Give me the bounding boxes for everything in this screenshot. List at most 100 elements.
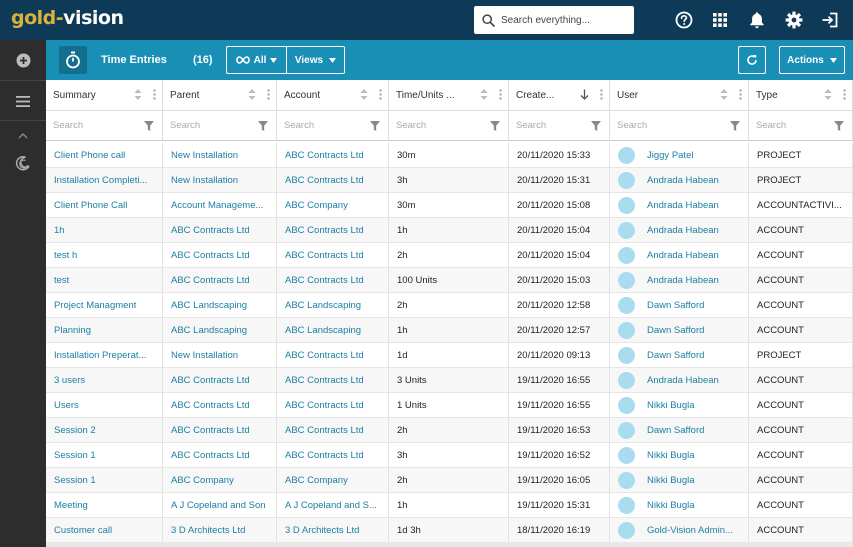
summary-link[interactable]: 3 users — [54, 375, 85, 386]
account-link[interactable]: ABC Contracts Ltd — [285, 275, 364, 286]
account-link[interactable]: ABC Landscaping — [285, 325, 361, 336]
summary-link[interactable]: test — [54, 275, 69, 286]
column-menu-icon[interactable] — [153, 89, 156, 103]
collapse-chevron-icon[interactable] — [13, 125, 33, 145]
summary-link[interactable]: Meeting — [54, 500, 88, 511]
parent-link[interactable]: New Installation — [171, 350, 238, 361]
filter-input-user[interactable] — [617, 120, 722, 131]
table-row[interactable]: Planning ABC Landscaping ABC Landscaping 1h… — [46, 318, 853, 343]
parent-link[interactable]: New Installation — [171, 150, 238, 161]
table-row[interactable]: Users ABC Contracts Ltd ABC Contracts Ltd 1… — [46, 393, 853, 418]
summary-link[interactable]: Planning — [54, 325, 91, 336]
table-row[interactable]: Customer call 3 D Architects Ltd 3 D Archi… — [46, 518, 853, 543]
actions-dropdown[interactable]: Actions — [779, 46, 845, 74]
parent-link[interactable]: ABC Contracts Ltd — [171, 250, 250, 261]
filter-funnel-icon[interactable] — [730, 121, 740, 134]
table-row[interactable]: test ABC Contracts Ltd ABC Contracts Ltd 10… — [46, 268, 853, 293]
column-header-type[interactable]: Type — [749, 80, 853, 111]
parent-link[interactable]: ABC Company — [171, 475, 234, 486]
filter-input-created[interactable] — [516, 120, 591, 131]
parent-link[interactable]: ABC Contracts Ltd — [171, 400, 250, 411]
user-link[interactable]: Andrada Habean — [647, 200, 719, 211]
parent-link[interactable]: ABC Contracts Ltd — [171, 425, 250, 436]
sort-icon[interactable] — [824, 89, 832, 103]
account-link[interactable]: ABC Contracts Ltd — [285, 175, 364, 186]
user-link[interactable]: Dawn Safford — [647, 425, 704, 436]
table-row[interactable]: Installation Preperat... New Installation… — [46, 343, 853, 368]
parent-link[interactable]: 3 D Architects Ltd — [171, 525, 245, 536]
account-link[interactable]: ABC Contracts Ltd — [285, 350, 364, 361]
parent-link[interactable]: Account Manageme... — [171, 200, 263, 211]
account-link[interactable]: ABC Contracts Ltd — [285, 425, 364, 436]
table-row[interactable]: test h ABC Contracts Ltd ABC Contracts Ltd… — [46, 243, 853, 268]
parent-link[interactable]: A J Copeland and Son — [171, 500, 266, 511]
views-dropdown[interactable]: Views — [287, 47, 344, 73]
parent-link[interactable]: ABC Landscaping — [171, 325, 247, 336]
filter-input-account[interactable] — [284, 120, 368, 131]
filter-input-parent[interactable] — [170, 120, 255, 131]
all-filter-dropdown[interactable]: All — [227, 47, 287, 73]
column-header-user[interactable]: User — [610, 80, 749, 111]
account-link[interactable]: ABC Company — [285, 475, 348, 486]
column-header-account[interactable]: Account — [277, 80, 389, 111]
summary-link[interactable]: Project Managment — [54, 300, 136, 311]
summary-link[interactable]: test h — [54, 250, 77, 261]
table-row[interactable]: Session 2 ABC Contracts Ltd ABC Contracts … — [46, 418, 853, 443]
summary-link[interactable]: Client Phone call — [54, 150, 125, 161]
filter-funnel-icon[interactable] — [834, 121, 844, 134]
filter-input-type[interactable] — [756, 120, 833, 131]
table-row[interactable]: Session 1 ABC Contracts Ltd ABC Contracts … — [46, 443, 853, 468]
user-link[interactable]: Andrada Habean — [647, 375, 719, 386]
sort-icon[interactable] — [720, 89, 728, 103]
summary-link[interactable]: Client Phone Call — [54, 200, 127, 211]
sort-icon[interactable] — [480, 89, 488, 103]
user-link[interactable]: Jiggy Patel — [647, 150, 693, 161]
horizontal-scrollbar[interactable] — [46, 543, 853, 547]
summary-link[interactable]: 1h — [54, 225, 65, 236]
user-link[interactable]: Andrada Habean — [647, 250, 719, 261]
sort-descending-icon[interactable] — [580, 89, 589, 103]
column-menu-icon[interactable] — [739, 89, 742, 103]
column-header-created[interactable]: Create... — [509, 80, 610, 111]
parent-link[interactable]: ABC Landscaping — [171, 300, 247, 311]
summary-link[interactable]: Users — [54, 400, 79, 411]
filter-input-units[interactable] — [396, 120, 486, 131]
account-link[interactable]: ABC Contracts Ltd — [285, 375, 364, 386]
summary-link[interactable]: Session 2 — [54, 425, 96, 436]
table-row[interactable]: 3 users ABC Contracts Ltd ABC Contracts Lt… — [46, 368, 853, 393]
user-link[interactable]: Andrada Habean — [647, 275, 719, 286]
account-link[interactable]: A J Copeland and S... — [285, 500, 377, 511]
settings-gear-icon[interactable] — [784, 10, 804, 30]
user-link[interactable]: Dawn Safford — [647, 300, 704, 311]
account-link[interactable]: ABC Company — [285, 200, 348, 211]
filter-input-summary[interactable] — [53, 120, 141, 131]
gold-vision-logo[interactable]: gold-vision — [11, 7, 124, 29]
table-row[interactable]: Client Phone call New Installation ABC Con… — [46, 143, 853, 168]
column-menu-icon[interactable] — [267, 89, 270, 103]
account-link[interactable]: ABC Contracts Ltd — [285, 450, 364, 461]
moon-icon[interactable] — [13, 153, 33, 173]
summary-link[interactable]: Session 1 — [54, 475, 96, 486]
column-menu-icon[interactable] — [843, 89, 846, 103]
column-header-summary[interactable]: Summary — [46, 80, 163, 111]
notifications-bell-icon[interactable] — [747, 10, 767, 30]
table-row[interactable]: 1h ABC Contracts Ltd ABC Contracts Ltd 1h 20… — [46, 218, 853, 243]
sort-icon[interactable] — [134, 89, 142, 103]
parent-link[interactable]: New Installation — [171, 175, 238, 186]
account-link[interactable]: ABC Landscaping — [285, 300, 361, 311]
table-row[interactable]: Meeting A J Copeland and Son A J Copeland … — [46, 493, 853, 518]
user-link[interactable]: Dawn Safford — [647, 350, 704, 361]
refresh-button[interactable] — [738, 46, 766, 74]
sort-icon[interactable] — [248, 89, 256, 103]
account-link[interactable]: ABC Contracts Ltd — [285, 400, 364, 411]
filter-funnel-icon[interactable] — [591, 121, 601, 134]
filter-funnel-icon[interactable] — [144, 121, 154, 134]
account-link[interactable]: 3 D Architects Ltd — [285, 525, 359, 536]
filter-funnel-icon[interactable] — [258, 121, 268, 134]
user-link[interactable]: Dawn Safford — [647, 325, 704, 336]
summary-link[interactable]: Installation Completi... — [54, 175, 147, 186]
apps-grid-icon[interactable] — [710, 10, 730, 30]
table-row[interactable]: Session 1 ABC Company ABC Company 2h 19/11/2… — [46, 468, 853, 493]
user-link[interactable]: Nikki Bugla — [647, 400, 695, 411]
user-link[interactable]: Andrada Habean — [647, 225, 719, 236]
